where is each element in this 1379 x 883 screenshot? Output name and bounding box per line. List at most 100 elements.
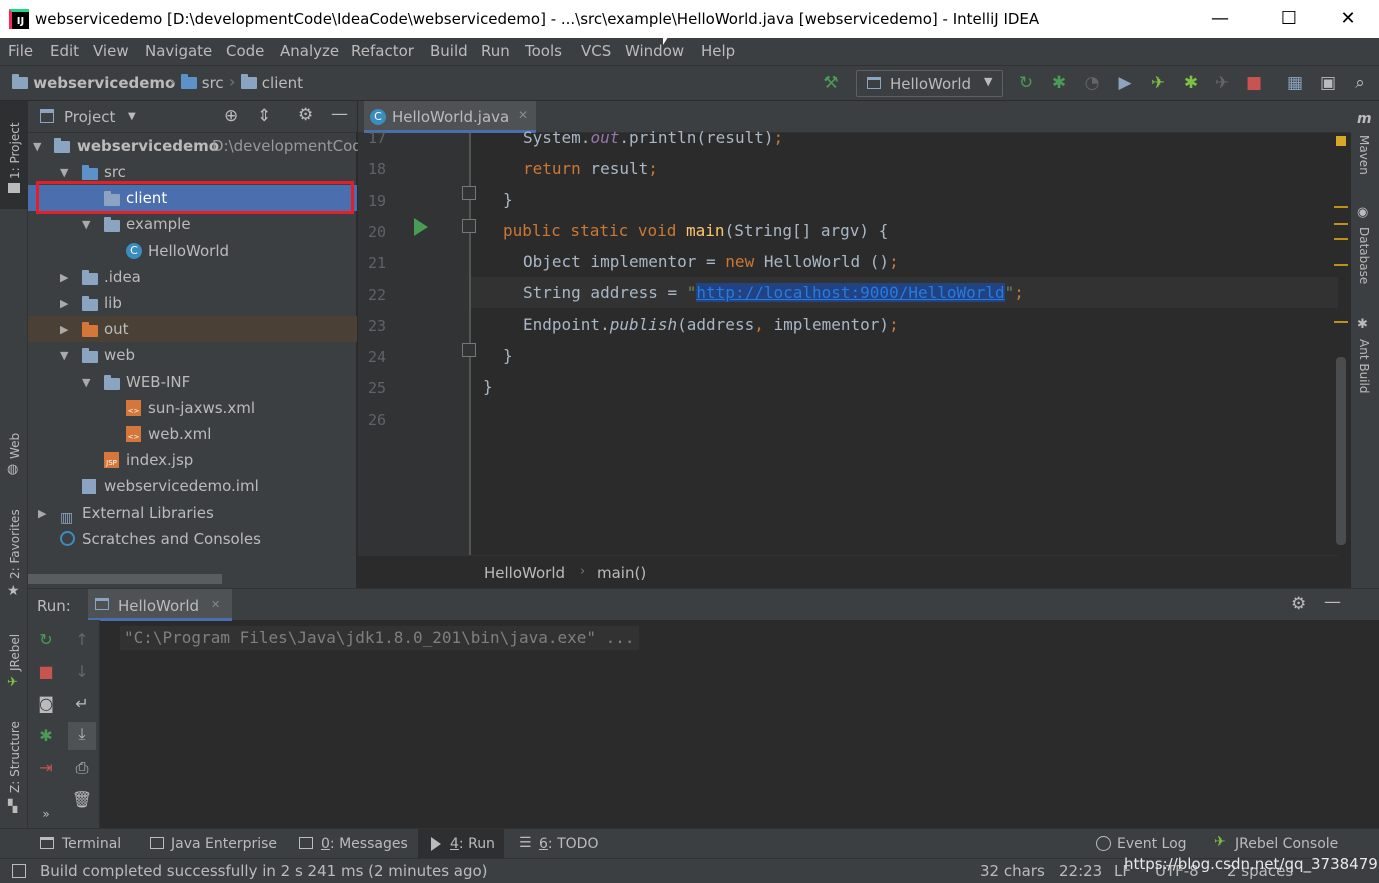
menu-analyze[interactable]: Analyze	[280, 42, 339, 60]
breadcrumb-class[interactable]: HelloWorld	[484, 564, 565, 582]
tool-event-log[interactable]: Event Log	[1117, 836, 1187, 852]
menu-tools[interactable]: Tools	[525, 42, 562, 60]
tool-jrebel-console[interactable]: JRebel Console	[1235, 836, 1338, 852]
menu-window[interactable]: Window	[625, 42, 684, 60]
menu-edit[interactable]: Edit	[50, 42, 79, 60]
close-tab-icon[interactable]: ✕	[518, 108, 528, 122]
tool-run[interactable]: 4: Run	[450, 836, 495, 852]
tool-messages[interactable]: 0: Messages	[321, 836, 408, 852]
stop-icon[interactable]: ■	[34, 660, 58, 684]
tab-helloworld-java[interactable]: C HelloWorld.java ✕	[364, 101, 536, 133]
tree-row-example[interactable]: ▼ example	[28, 211, 357, 237]
collapsed-arrow-icon[interactable]: ▶	[60, 317, 68, 343]
run-gutter-play-icon[interactable]	[414, 218, 428, 236]
expanded-arrow-icon[interactable]: ▼	[82, 212, 90, 238]
tree-row-helloworld[interactable]: C HelloWorld	[28, 238, 357, 264]
error-stripe-mark[interactable]	[1334, 264, 1348, 266]
tree-row-scratches-and-consoles[interactable]: Scratches and Consoles	[28, 526, 357, 552]
stop-icon[interactable]: ■	[1243, 72, 1265, 94]
expanded-arrow-icon[interactable]: ▼	[60, 343, 68, 369]
tool-project[interactable]: 1: Project	[8, 122, 22, 179]
tree-row-webservicedemo-iml[interactable]: webservicedemo.iml	[28, 473, 357, 499]
tool-web[interactable]: Web	[8, 433, 22, 459]
soft-wrap-icon[interactable]: ↵	[70, 692, 94, 716]
fold-marker-icon[interactable]	[462, 219, 476, 233]
collapsed-arrow-icon[interactable]: ▶	[60, 291, 68, 317]
tool-java-enterprise[interactable]: Java Enterprise	[171, 836, 277, 852]
status-toggle-icon[interactable]	[12, 864, 26, 878]
sdk-window-icon[interactable]: ▣	[1317, 72, 1339, 94]
code-line-18[interactable]: return result;	[523, 159, 658, 178]
warning-marker-icon[interactable]	[1336, 136, 1346, 146]
menu-navigate[interactable]: Navigate	[145, 42, 212, 60]
collapsed-arrow-icon[interactable]: ▶	[60, 265, 68, 291]
menu-refactor[interactable]: Refactor	[351, 42, 414, 60]
menu-vcs[interactable]: VCS	[581, 42, 611, 60]
close-tab-icon[interactable]: ✕	[211, 598, 220, 611]
tool-maven[interactable]: Maven	[1357, 135, 1371, 175]
gear-icon[interactable]: ⚙	[298, 105, 313, 125]
run-coverage-icon[interactable]: ◔	[1081, 72, 1103, 94]
horizontal-scrollbar[interactable]	[28, 574, 222, 584]
build-hammer-icon[interactable]: ⚒	[820, 72, 842, 94]
code-line-19[interactable]: }	[503, 190, 513, 209]
console-command-line[interactable]: "C:\Program Files\Java\jdk1.8.0_201\bin\…	[120, 626, 639, 650]
code-line-20[interactable]: public static void main(String[] argv) {	[503, 221, 888, 240]
arrow-up-icon[interactable]: ↑	[70, 628, 94, 652]
error-stripe-mark[interactable]	[1334, 238, 1348, 240]
maximize-button[interactable]: ☐	[1266, 4, 1312, 34]
rerun-icon[interactable]: ↻	[34, 628, 58, 652]
jrebel-debug-icon[interactable]: ✱	[1180, 72, 1202, 94]
error-stripe-mark[interactable]	[1334, 223, 1348, 225]
menu-view[interactable]: View	[93, 42, 129, 60]
jrebel-run-icon[interactable]: ✈	[1147, 72, 1169, 94]
tool-favorites[interactable]: 2: Favorites	[8, 509, 22, 579]
breadcrumb-src[interactable]: src	[181, 74, 224, 92]
run-tab-helloworld[interactable]: HelloWorld ✕	[88, 589, 232, 621]
code-line-17[interactable]: System.out.println(result);	[523, 128, 783, 147]
tree-row-root[interactable]: ▼ webservicedemo D:\developmentCode\Idea…	[28, 133, 579, 159]
code-line-21[interactable]: Object implementor = new HelloWorld ();	[523, 252, 899, 271]
tool-todo[interactable]: 6: TODO	[539, 836, 598, 852]
close-button[interactable]: ✕	[1325, 4, 1371, 34]
more-icon[interactable]: »	[34, 802, 58, 826]
tree-row-sun-jaxws-xml[interactable]: <> sun-jaxws.xml	[28, 395, 357, 421]
error-stripe-mark[interactable]	[1334, 206, 1348, 208]
project-view-select[interactable]: Project	[64, 108, 115, 126]
tool-terminal[interactable]: Terminal	[62, 836, 121, 852]
gear-icon[interactable]: ⚙	[1291, 594, 1306, 614]
fold-marker-icon[interactable]	[462, 186, 476, 200]
rerun-icon[interactable]: ↻	[1015, 72, 1037, 94]
collapsed-arrow-icon[interactable]: ▶	[38, 501, 46, 527]
hide-panel-icon[interactable]: —	[331, 104, 348, 124]
menu-run[interactable]: Run	[481, 42, 510, 60]
tree-row-web-inf[interactable]: ▼ WEB-INF	[28, 369, 357, 395]
code-line-22[interactable]: String address = "http://localhost:9000/…	[523, 283, 1024, 302]
menu-help[interactable]: Help	[701, 42, 735, 60]
jrebel-icon[interactable]: ✈	[1211, 72, 1233, 94]
tree-row-idea[interactable]: ▶ .idea	[28, 264, 357, 290]
tree-row-external-libraries[interactable]: ▶ ▥ External Libraries	[28, 500, 357, 526]
breadcrumb-client[interactable]: client	[241, 74, 303, 92]
minimize-button[interactable]: —	[1197, 4, 1243, 34]
tool-jrebel[interactable]: JRebel	[8, 634, 22, 671]
status-position[interactable]: 22:23	[1059, 862, 1102, 880]
debug-bug-icon[interactable]: ✱	[1048, 72, 1070, 94]
tool-database[interactable]: Database	[1357, 227, 1371, 284]
code-line-25[interactable]: }	[483, 377, 493, 396]
tree-row-out[interactable]: ▶ out	[28, 316, 357, 342]
code-line-24[interactable]: }	[503, 346, 513, 365]
run-configuration-select[interactable]: HelloWorld ▼	[856, 70, 1003, 97]
search-icon[interactable]: ⌕	[1349, 72, 1371, 94]
error-stripe-mark[interactable]	[1334, 321, 1348, 323]
chevron-down-icon[interactable]: ▼	[128, 111, 136, 122]
print-icon[interactable]: ⎙	[70, 756, 94, 780]
scroll-to-end-icon[interactable]: ⤓	[68, 722, 96, 750]
menu-file[interactable]: File	[8, 42, 33, 60]
tool-ant-build[interactable]: Ant Build	[1357, 339, 1371, 393]
tree-row-web-xml[interactable]: <> web.xml	[28, 421, 357, 447]
locate-crosshair-icon[interactable]: ⊕	[224, 106, 238, 126]
tree-row-web[interactable]: ▼ web	[28, 342, 357, 368]
profile-icon[interactable]: ▶	[1114, 72, 1136, 94]
tool-structure[interactable]: Z: Structure	[8, 721, 22, 793]
